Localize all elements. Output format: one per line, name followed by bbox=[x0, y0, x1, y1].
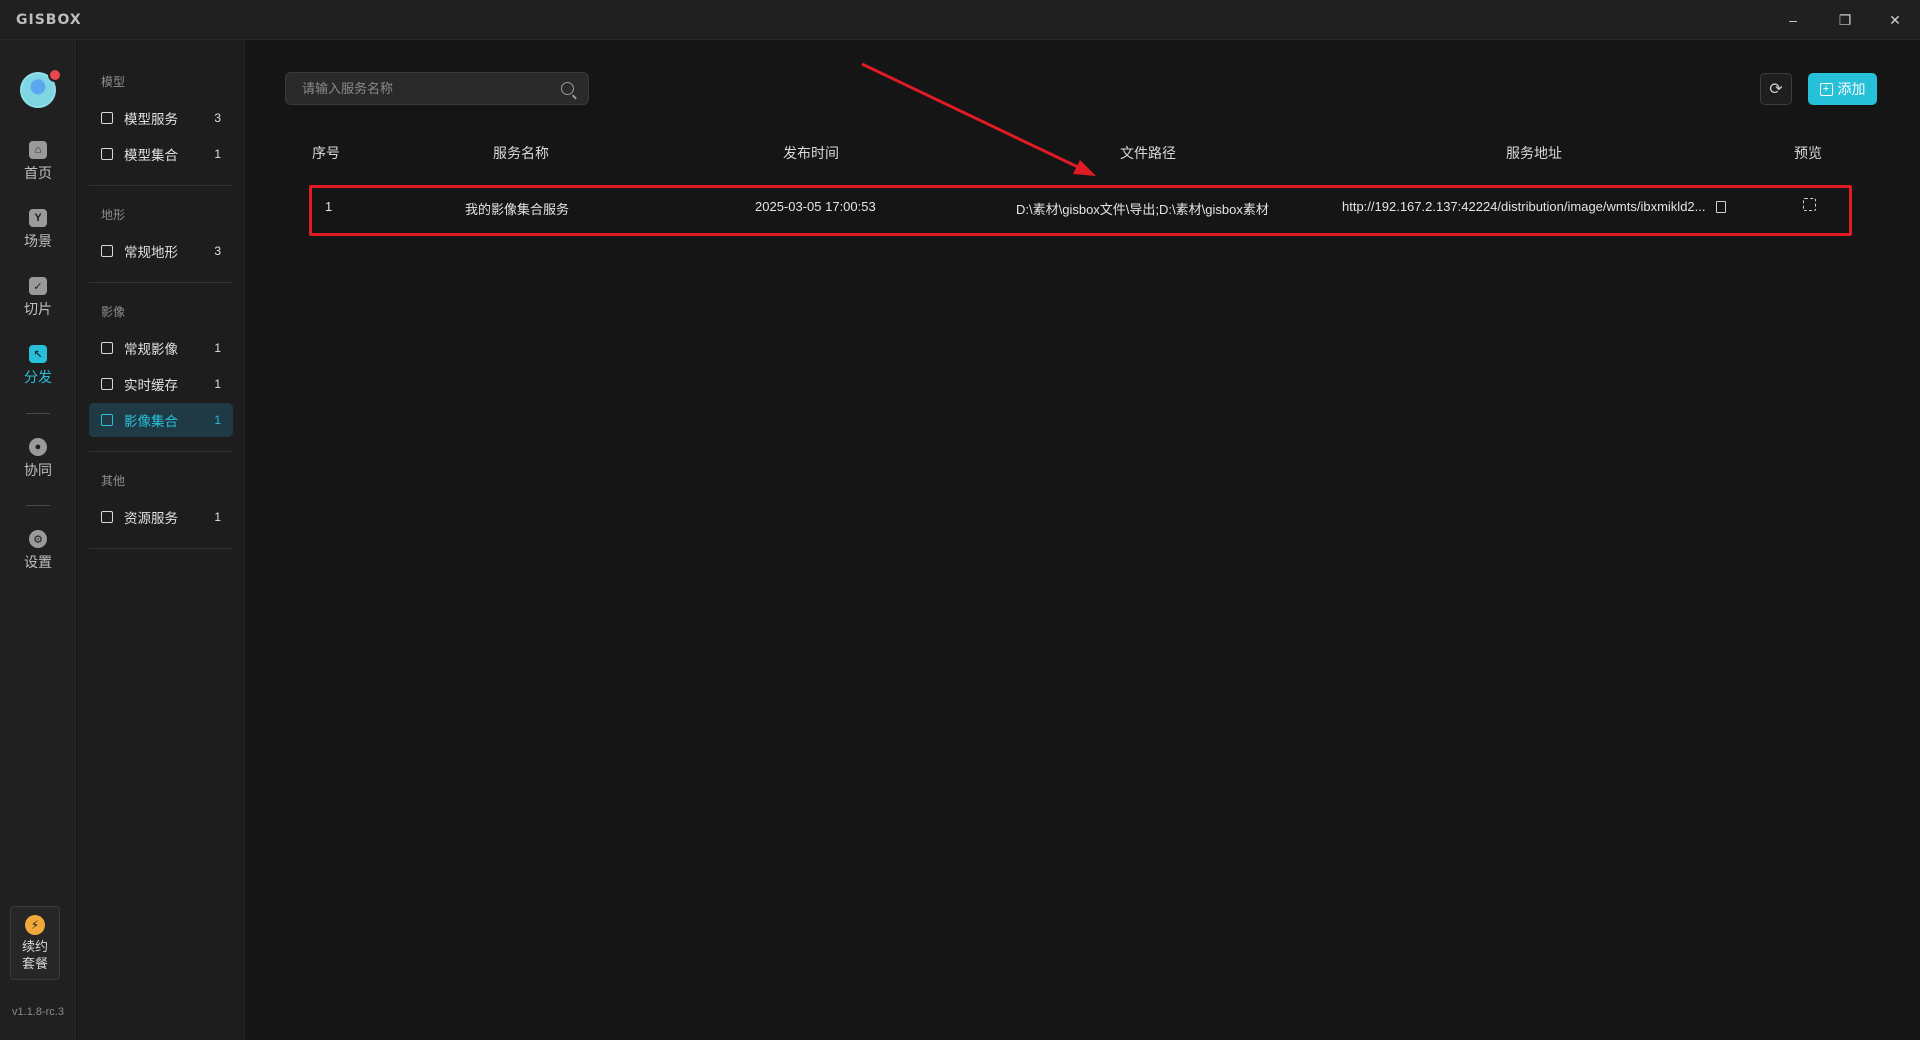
nav-item-imagery[interactable]: 常规影像 1 bbox=[89, 331, 233, 365]
column-header-index: 序号 bbox=[312, 145, 340, 161]
nav-item-label: 资源服务 bbox=[124, 511, 178, 526]
refresh-icon: ⟳ bbox=[1769, 81, 1783, 98]
rail-item-scene[interactable]: Y 场景 bbox=[0, 200, 76, 260]
cell-service-name: 我的影像集合服务 bbox=[465, 202, 570, 217]
nav-item-count: 3 bbox=[214, 244, 221, 258]
nav-item-label: 影像集合 bbox=[124, 414, 178, 429]
nav-item-count: 1 bbox=[214, 510, 221, 524]
column-header-time: 发布时间 bbox=[783, 145, 839, 161]
plan-label-line2: 套餐 bbox=[21, 956, 48, 971]
nav-item-label: 模型服务 bbox=[124, 112, 178, 127]
minimize-button[interactable]: – bbox=[1770, 0, 1816, 40]
resource-icon bbox=[101, 511, 113, 523]
nav-item-count: 1 bbox=[214, 147, 221, 161]
cache-icon bbox=[101, 378, 113, 390]
divider bbox=[89, 282, 233, 283]
cell-index: 1 bbox=[325, 199, 333, 214]
divider bbox=[26, 413, 50, 414]
column-header-path: 文件路径 bbox=[1120, 145, 1176, 161]
plus-icon: + bbox=[1819, 82, 1833, 96]
refresh-button[interactable]: ⟳ bbox=[1760, 73, 1792, 105]
image-icon bbox=[101, 342, 113, 354]
terrain-icon bbox=[101, 245, 113, 257]
version-label: v1.1.8-rc.3 bbox=[12, 1006, 64, 1018]
divider bbox=[89, 548, 233, 549]
divider bbox=[89, 185, 233, 186]
column-header-preview: 预览 bbox=[1794, 145, 1822, 161]
nav-item-terrain[interactable]: 常规地形 3 bbox=[89, 234, 233, 268]
rail-item-label: 分发 bbox=[24, 369, 52, 385]
nav-item-count: 1 bbox=[214, 377, 221, 391]
preview-icon[interactable] bbox=[1803, 198, 1816, 211]
group-title-other: 其他 bbox=[101, 474, 126, 488]
nav-item-count: 1 bbox=[214, 413, 221, 427]
group-title-imagery: 影像 bbox=[101, 305, 126, 319]
home-icon: ⌂ bbox=[29, 141, 47, 159]
cell-service-url[interactable]: http://192.167.2.137:42224/distribution/… bbox=[1342, 199, 1706, 214]
nav-item-label: 常规地形 bbox=[124, 245, 178, 260]
nav-item-model-service[interactable]: 模型服务 3 bbox=[89, 101, 233, 135]
renew-plan-button[interactable]: ⚡ 续约 套餐 bbox=[10, 906, 60, 980]
cell-publish-time: 2025-03-05 17:00:53 bbox=[755, 199, 876, 214]
copy-icon[interactable] bbox=[1716, 201, 1726, 213]
rail-item-collab[interactable]: ● 协同 bbox=[0, 429, 76, 489]
app-logo: GISBOX bbox=[16, 12, 82, 28]
sub-navigation: 模型 模型服务 3 模型集合 1 地形 常规地形 3 影像 常规影像 1 实时缓… bbox=[77, 40, 245, 1040]
rail-item-settings[interactable]: ⚙ 设置 bbox=[0, 521, 76, 581]
add-button-label: 添加 bbox=[1837, 81, 1866, 97]
search-box[interactable] bbox=[285, 72, 589, 105]
divider bbox=[26, 505, 50, 506]
settings-icon: ⚙ bbox=[29, 530, 47, 548]
divider bbox=[89, 451, 233, 452]
lightning-icon: ⚡ bbox=[25, 915, 45, 935]
nav-item-realtime-cache[interactable]: 实时缓存 1 bbox=[89, 367, 233, 401]
rail-item-home[interactable]: ⌂ 首页 bbox=[0, 132, 76, 192]
notification-badge-icon bbox=[48, 68, 62, 82]
close-button[interactable]: ✕ bbox=[1872, 0, 1918, 40]
rail-item-label: 设置 bbox=[24, 554, 52, 570]
lock-icon: ● bbox=[29, 438, 47, 456]
search-icon[interactable] bbox=[561, 82, 574, 95]
annotation-arrow bbox=[861, 62, 1096, 176]
nav-item-label: 模型集合 bbox=[124, 148, 178, 163]
nav-item-label: 实时缓存 bbox=[124, 378, 178, 393]
rail-item-label: 场景 bbox=[24, 233, 52, 249]
rail-item-tile[interactable]: ✓ 切片 bbox=[0, 268, 76, 328]
restore-button[interactable]: ❐ bbox=[1822, 0, 1868, 40]
nav-item-count: 1 bbox=[214, 341, 221, 355]
model-icon bbox=[101, 112, 113, 124]
nav-item-image-collection[interactable]: 影像集合 1 bbox=[89, 403, 233, 437]
distribute-icon: ↖ bbox=[29, 345, 47, 363]
nav-item-model-collection[interactable]: 模型集合 1 bbox=[89, 137, 233, 171]
nav-item-count: 3 bbox=[214, 111, 221, 125]
scene-icon: Y bbox=[29, 209, 47, 227]
cell-file-path: D:\素材\gisbox文件\导出;D:\素材\gisbox素材 bbox=[1016, 202, 1269, 217]
model-icon bbox=[101, 148, 113, 160]
image-collection-icon bbox=[101, 414, 113, 426]
rail-item-label: 首页 bbox=[24, 165, 52, 181]
rail-item-label: 协同 bbox=[24, 462, 52, 478]
search-input[interactable] bbox=[302, 81, 552, 96]
column-header-name: 服务名称 bbox=[493, 145, 549, 161]
icon-rail: ⌂ 首页 Y 场景 ✓ 切片 ↖ 分发 ● 协同 ⚙ 设置 ⚡ 续约 套餐 v1… bbox=[0, 40, 76, 1040]
column-header-url: 服务地址 bbox=[1506, 145, 1562, 161]
tile-icon: ✓ bbox=[29, 277, 47, 295]
title-bar: GISBOX – ❐ ✕ bbox=[0, 0, 1920, 40]
group-title-model: 模型 bbox=[101, 75, 126, 89]
plan-label-line1: 续约 bbox=[21, 939, 48, 954]
group-title-terrain: 地形 bbox=[101, 208, 126, 222]
rail-item-distribute[interactable]: ↖ 分发 bbox=[0, 336, 76, 396]
rail-item-label: 切片 bbox=[24, 301, 52, 317]
nav-item-label: 常规影像 bbox=[124, 342, 178, 357]
nav-item-resource-service[interactable]: 资源服务 1 bbox=[89, 500, 233, 534]
add-button[interactable]: + 添加 bbox=[1808, 73, 1877, 105]
